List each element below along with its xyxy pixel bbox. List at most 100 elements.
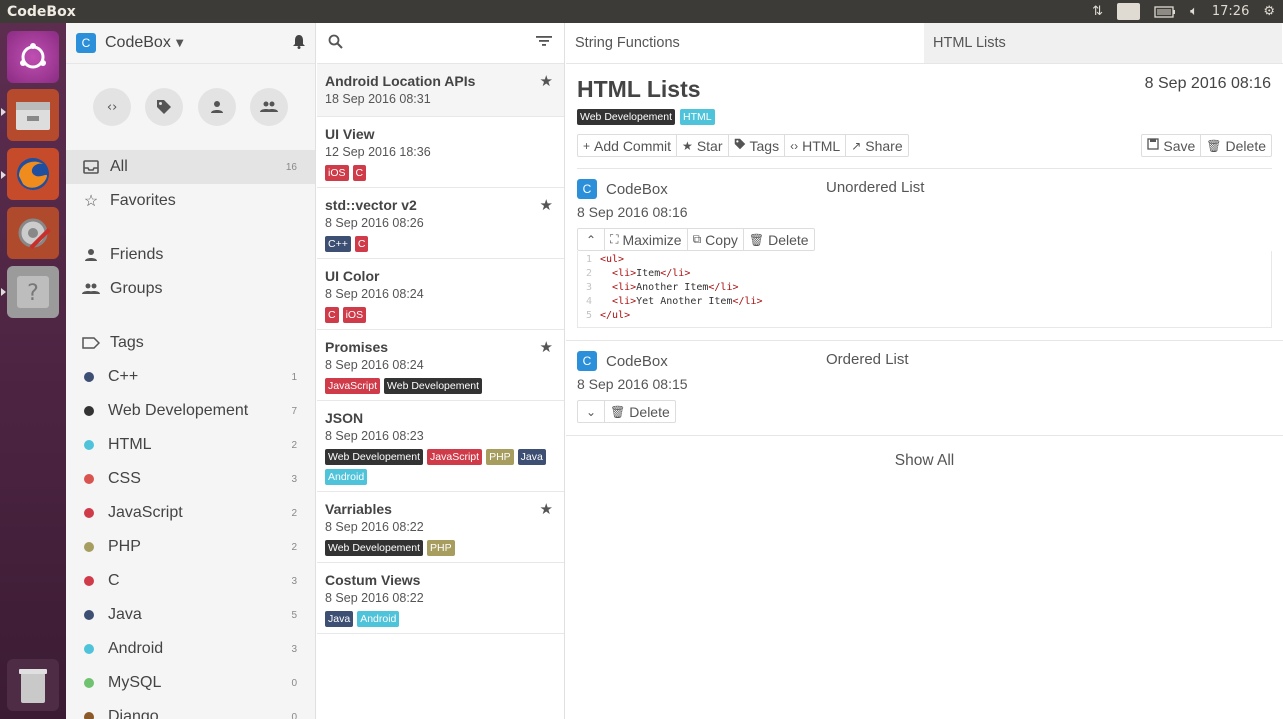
sidebar-tag-item[interactable]: CSS 3 bbox=[66, 462, 315, 496]
delete-button[interactable]: 🗑︎ Delete bbox=[1201, 135, 1271, 156]
star-icon[interactable]: ★ bbox=[540, 196, 553, 214]
document-actions: + Add Commit ★ Star Tags ‹› HTML ↗ Share Sav… bbox=[577, 134, 1272, 169]
sidebar-tag-item[interactable]: Android 3 bbox=[66, 632, 315, 666]
note-tags: CiOS bbox=[325, 307, 556, 323]
sidebar-quick-actions: ‹› bbox=[66, 64, 315, 150]
sidebar-tag-item[interactable]: Web Developement 7 bbox=[66, 394, 315, 428]
tags-button[interactable]: Tags bbox=[729, 135, 786, 156]
tab-html-lists[interactable]: HTML Lists bbox=[924, 23, 1282, 63]
document-action-group: + Add Commit ★ Star Tags ‹› HTML ↗ Share bbox=[577, 134, 909, 157]
main-panel: String Functions HTML Lists HTML Lists 8… bbox=[566, 23, 1283, 719]
sidebar-tag-count: 3 bbox=[291, 575, 297, 587]
star-icon[interactable]: ★ bbox=[540, 500, 553, 518]
help-icon[interactable]: ? bbox=[7, 266, 59, 318]
group-icon[interactable] bbox=[249, 88, 288, 126]
chevron-down-icon[interactable]: ▼ bbox=[176, 38, 184, 49]
add-commit-button[interactable]: + Add Commit bbox=[578, 135, 678, 156]
nav-favorites[interactable]: ☆ Favorites bbox=[66, 184, 315, 218]
sidebar-tag-item[interactable]: C++ 1 bbox=[66, 360, 315, 394]
save-button[interactable]: Save bbox=[1142, 135, 1202, 156]
maximize-button[interactable]: ⛶ Maximize bbox=[605, 229, 688, 250]
nav-tags-label: Tags bbox=[110, 334, 144, 351]
note-tag: Java bbox=[325, 611, 354, 627]
star-outline-icon: ☆ bbox=[83, 193, 99, 210]
file-manager-icon[interactable] bbox=[7, 89, 59, 141]
nav-friends[interactable]: Friends bbox=[66, 238, 315, 272]
document-tags: Web Developement HTML bbox=[577, 109, 1272, 125]
account-name[interactable]: CodeBox bbox=[105, 34, 171, 52]
nav-all[interactable]: All 16 bbox=[66, 150, 315, 184]
commit-delete-button[interactable]: 🗑︎ Delete bbox=[605, 401, 675, 422]
sidebar: C CodeBox ▼ ‹› All 16 ☆ Favorites Friend… bbox=[66, 23, 316, 719]
sidebar-tag-label: HTML bbox=[108, 436, 152, 453]
trash-icon: 🗑︎ bbox=[610, 404, 626, 419]
sidebar-tag-item[interactable]: Java 5 bbox=[66, 598, 315, 632]
note-list-header bbox=[317, 23, 564, 64]
tab-string-functions[interactable]: String Functions bbox=[566, 23, 924, 63]
note-tag: Android bbox=[357, 611, 400, 627]
star-icon[interactable]: ★ bbox=[540, 338, 553, 356]
network-icon[interactable]: ⇅ bbox=[1092, 4, 1103, 19]
note-tags: C++ C bbox=[325, 236, 556, 252]
sidebar-tag-item[interactable]: Django 0 bbox=[66, 700, 315, 719]
nav-groups[interactable]: Groups bbox=[66, 272, 315, 306]
note-list-item[interactable]: Promises 8 Sep 2016 08:24 ★ JavaScript Web D… bbox=[317, 330, 564, 401]
note-list-item[interactable]: UI View 12 Sep 2016 18:36 iOS C bbox=[317, 117, 564, 188]
star-button[interactable]: ★ Star bbox=[677, 135, 729, 156]
search-icon[interactable] bbox=[328, 34, 343, 53]
battery-icon[interactable] bbox=[1154, 5, 1176, 18]
tag-icon[interactable] bbox=[145, 88, 184, 126]
system-settings-icon[interactable] bbox=[7, 207, 59, 259]
note-tag: C++ bbox=[325, 236, 351, 252]
expand-button[interactable]: ⌄ bbox=[578, 401, 606, 422]
trash-icon[interactable] bbox=[7, 659, 59, 711]
collapse-button[interactable]: ⌃ bbox=[578, 229, 606, 250]
floppy-icon bbox=[1147, 138, 1160, 153]
keyboard-layout-indicator[interactable]: Hu bbox=[1117, 3, 1141, 20]
person-icon[interactable] bbox=[197, 88, 236, 126]
note-list-item[interactable]: Costum Views 8 Sep 2016 08:22 Java Android bbox=[317, 563, 564, 634]
sidebar-tag-label: C bbox=[108, 572, 120, 589]
tag-color-dot bbox=[84, 678, 94, 688]
commit-delete-button[interactable]: 🗑︎ Delete bbox=[744, 229, 814, 250]
note-list-item[interactable]: JSON 8 Sep 2016 08:23 Web Developement Java… bbox=[317, 401, 564, 492]
sidebar-tag-item[interactable]: HTML 2 bbox=[66, 428, 315, 462]
bell-icon[interactable] bbox=[292, 34, 306, 53]
commit-action-group: ⌄ 🗑︎ Delete bbox=[577, 400, 676, 423]
sidebar-tag-item[interactable]: PHP 2 bbox=[66, 530, 315, 564]
code-text: <li>Item</li> bbox=[612, 268, 691, 279]
sidebar-tag-item[interactable]: C3 bbox=[66, 564, 315, 598]
code-icon[interactable]: ‹› bbox=[93, 88, 132, 126]
note-list-item[interactable]: std::vector v2 8 Sep 2016 08:26 ★ C++ C bbox=[317, 188, 564, 259]
sidebar-tag-label: Django bbox=[108, 708, 159, 719]
note-title: Promises bbox=[325, 339, 389, 355]
html-button[interactable]: ‹› HTML bbox=[785, 135, 847, 156]
sidebar-tag-label: PHP bbox=[108, 538, 141, 555]
nav-tags[interactable]: Tags bbox=[66, 326, 315, 360]
code-text: <li>Yet Another Item</li> bbox=[612, 296, 763, 307]
sidebar-tag-item[interactable]: JavaScript 2 bbox=[66, 496, 315, 530]
nav-friends-label: Friends bbox=[110, 246, 164, 263]
ubuntu-dash-icon[interactable] bbox=[7, 31, 59, 83]
tag-color-dot bbox=[84, 372, 94, 382]
trash-icon: 🗑︎ bbox=[1206, 138, 1222, 153]
clock[interactable]: 17:26 bbox=[1212, 4, 1249, 19]
volume-icon[interactable]: 🔈︎ bbox=[1190, 4, 1198, 19]
show-all-link[interactable]: Show All bbox=[566, 452, 1283, 470]
code-editor[interactable]: 1 <ul> 2 <li>Item</li> 3 <li>Another Item</… bbox=[577, 251, 1272, 328]
firefox-icon[interactable] bbox=[7, 148, 59, 200]
settings-gear-icon[interactable]: ⚙ bbox=[1263, 4, 1275, 19]
note-list-item[interactable]: Android Location APIs 18 Sep 2016 08:31 ★ bbox=[317, 64, 564, 117]
filter-icon[interactable] bbox=[536, 35, 552, 51]
note-list-item[interactable]: UI Color 8 Sep 2016 08:24 CiOS bbox=[317, 259, 564, 330]
share-button[interactable]: ↗ Share bbox=[846, 135, 907, 156]
copy-label: Copy bbox=[705, 231, 738, 248]
star-icon[interactable]: ★ bbox=[540, 72, 553, 90]
sidebar-tag-item[interactable]: MySQL 0 bbox=[66, 666, 315, 700]
commit-unordered-list: C CodeBox Unordered List 8 Sep 2016 08:1… bbox=[566, 169, 1283, 341]
nav-all-label: All bbox=[110, 158, 128, 175]
note-list-item[interactable]: Varriables 8 Sep 2016 08:22 ★ Web Developem… bbox=[317, 492, 564, 563]
note-tag: PHP bbox=[486, 449, 514, 465]
copy-button[interactable]: ⧉ Copy bbox=[688, 229, 744, 250]
sidebar-tag-label: MySQL bbox=[108, 674, 162, 691]
